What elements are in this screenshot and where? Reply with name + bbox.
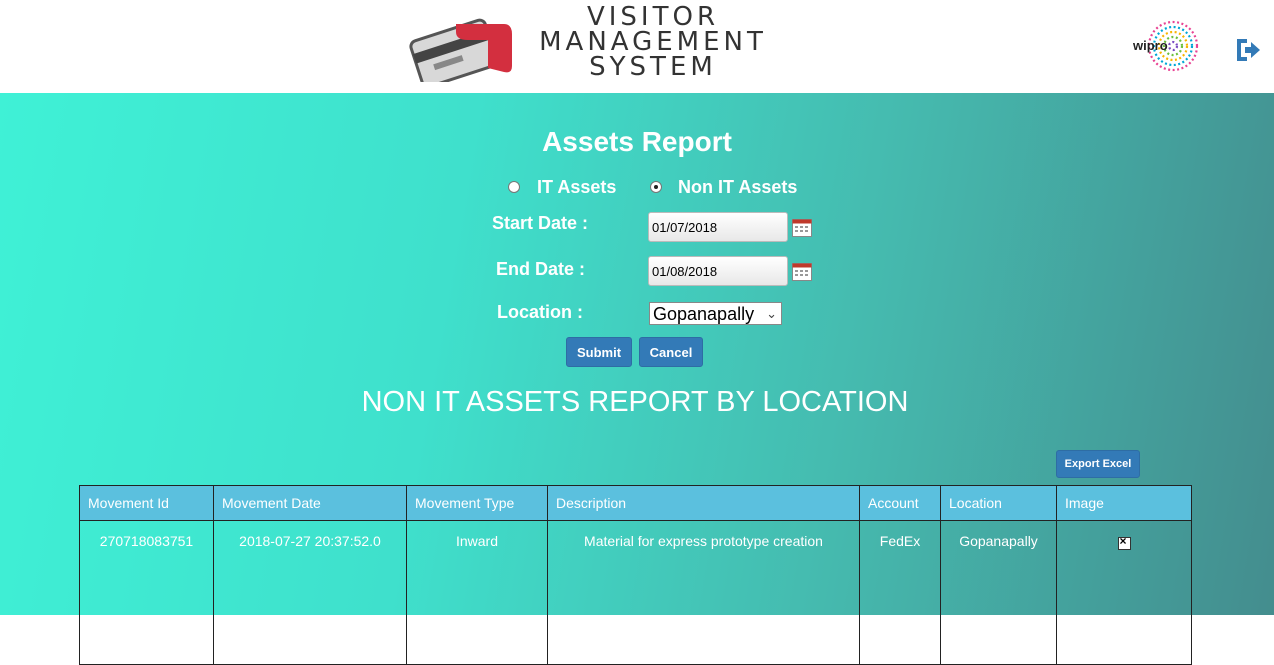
end-date-input[interactable]: 01/08/2018	[648, 256, 788, 286]
report-table: Movement Id Movement Date Movement Type …	[79, 485, 1192, 665]
table-cell-image	[1056, 520, 1192, 665]
table-cell: Inward	[406, 520, 548, 665]
start-date-label: Start Date :	[492, 213, 589, 233]
table-cell: Gopanapally	[940, 520, 1057, 665]
header: VISITOR MANAGEMENT SYSTEM wipro	[0, 0, 1274, 93]
table-cell: Material for express prototype creation	[547, 520, 860, 665]
calendar-icon[interactable]	[792, 219, 812, 237]
column-header: Account	[859, 485, 941, 521]
column-header: Movement Type	[406, 485, 548, 521]
table-cell: FedEx	[859, 520, 941, 665]
table-row: 270718083751 2018-07-27 20:37:52.0 Inwar…	[79, 520, 1192, 665]
column-header: Location	[940, 485, 1057, 521]
calendar-icon[interactable]	[792, 263, 812, 281]
brand-name: wipro	[1133, 38, 1168, 53]
location-select-value: Gopanapally	[653, 304, 755, 324]
app-title: VISITOR MANAGEMENT SYSTEM	[528, 4, 778, 82]
radio-non-it-assets-label[interactable]: Non IT Assets	[678, 177, 797, 198]
column-header: Image	[1056, 485, 1192, 521]
app-title-line-3: SYSTEM	[589, 52, 717, 82]
page-title: Assets Report	[542, 126, 732, 157]
report-heading: NON IT ASSETS REPORT BY LOCATION	[361, 386, 909, 418]
export-excel-button[interactable]: Export Excel	[1056, 450, 1140, 478]
main-content: Assets Report IT Assets Non IT Assets St…	[0, 93, 1274, 665]
location-select[interactable]: Gopanapally ⌄	[649, 302, 782, 325]
logout-icon[interactable]	[1233, 37, 1261, 63]
location-label: Location :	[497, 302, 583, 322]
column-header: Movement Date	[213, 485, 407, 521]
radio-it-assets-label[interactable]: IT Assets	[537, 177, 616, 198]
end-date-label: End Date :	[496, 259, 586, 279]
column-header: Description	[547, 485, 860, 521]
chevron-down-icon: ⌄	[766, 306, 777, 321]
card-logo-icon	[409, 18, 512, 82]
broken-image-icon[interactable]	[1117, 534, 1131, 550]
radio-it-assets[interactable]	[508, 181, 520, 193]
start-date-input[interactable]: 01/07/2018	[648, 212, 788, 242]
table-cell: 2018-07-27 20:37:52.0	[213, 520, 407, 665]
table-header-row: Movement Id Movement Date Movement Type …	[79, 485, 1192, 521]
radio-non-it-assets[interactable]	[650, 181, 662, 193]
table-cell: 270718083751	[79, 520, 214, 665]
submit-button[interactable]: Submit	[566, 337, 632, 367]
cancel-button[interactable]: Cancel	[639, 337, 703, 367]
column-header: Movement Id	[79, 485, 214, 521]
